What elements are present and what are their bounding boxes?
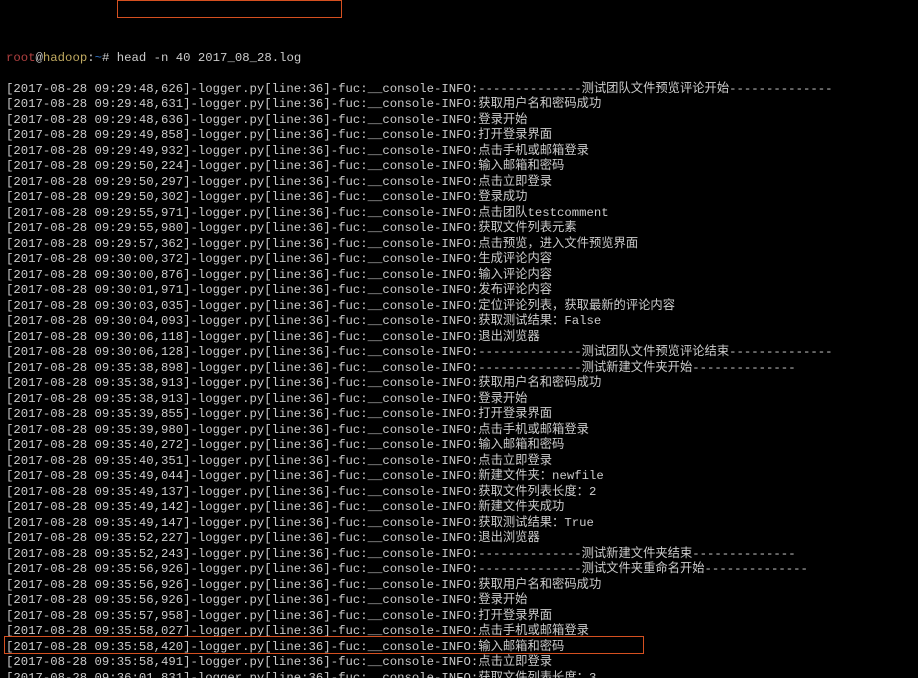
log-line: [2017-08-28 09:35:38,898]-logger.py[line… (6, 361, 912, 377)
log-line: [2017-08-28 09:35:56,926]-logger.py[line… (6, 593, 912, 609)
log-line: [2017-08-28 09:35:38,913]-logger.py[line… (6, 376, 912, 392)
prompt-user: root (6, 51, 36, 65)
terminal-output[interactable]: root@hadoop:~# head -n 40 2017_08_28.log… (0, 0, 918, 678)
log-line: [2017-08-28 09:30:00,372]-logger.py[line… (6, 252, 912, 268)
log-line: [2017-08-28 09:29:48,636]-logger.py[line… (6, 113, 912, 129)
log-line: [2017-08-28 09:35:39,855]-logger.py[line… (6, 407, 912, 423)
log-line: [2017-08-28 09:29:48,626]-logger.py[line… (6, 82, 912, 98)
log-line: [2017-08-28 09:36:01,831]-logger.py[line… (6, 671, 912, 678)
command-text: head -n 40 2017_08_28.log (117, 51, 301, 65)
log-line: [2017-08-28 09:35:49,044]-logger.py[line… (6, 469, 912, 485)
log-line: [2017-08-28 09:35:56,926]-logger.py[line… (6, 562, 912, 578)
log-line: [2017-08-28 09:35:52,227]-logger.py[line… (6, 531, 912, 547)
log-line: [2017-08-28 09:30:03,035]-logger.py[line… (6, 299, 912, 315)
log-line: [2017-08-28 09:35:52,243]-logger.py[line… (6, 547, 912, 563)
log-line: [2017-08-28 09:29:50,297]-logger.py[line… (6, 175, 912, 191)
log-line: [2017-08-28 09:29:50,302]-logger.py[line… (6, 190, 912, 206)
prompt-host: hadoop (43, 51, 87, 65)
log-line: [2017-08-28 09:29:49,932]-logger.py[line… (6, 144, 912, 160)
log-line: [2017-08-28 09:30:01,971]-logger.py[line… (6, 283, 912, 299)
highlight-box-command (117, 0, 342, 18)
log-line: [2017-08-28 09:35:38,913]-logger.py[line… (6, 392, 912, 408)
log-line: [2017-08-28 09:29:49,858]-logger.py[line… (6, 128, 912, 144)
prompt-path: ~ (95, 51, 102, 65)
prompt-colon: : (87, 51, 94, 65)
log-line: [2017-08-28 09:35:39,980]-logger.py[line… (6, 423, 912, 439)
log-line: [2017-08-28 09:30:04,093]-logger.py[line… (6, 314, 912, 330)
log-line: [2017-08-28 09:30:00,876]-logger.py[line… (6, 268, 912, 284)
log-line: [2017-08-28 09:35:56,926]-logger.py[line… (6, 578, 912, 594)
log-line: [2017-08-28 09:35:49,147]-logger.py[line… (6, 516, 912, 532)
prompt-hash: # (102, 51, 117, 65)
log-line: [2017-08-28 09:29:55,980]-logger.py[line… (6, 221, 912, 237)
log-line: [2017-08-28 09:29:57,362]-logger.py[line… (6, 237, 912, 253)
log-line: [2017-08-28 09:35:40,351]-logger.py[line… (6, 454, 912, 470)
log-line: [2017-08-28 09:29:48,631]-logger.py[line… (6, 97, 912, 113)
log-line: [2017-08-28 09:35:58,027]-logger.py[line… (6, 624, 912, 640)
log-line: [2017-08-28 09:30:06,128]-logger.py[line… (6, 345, 912, 361)
log-line: [2017-08-28 09:35:49,142]-logger.py[line… (6, 500, 912, 516)
log-line: [2017-08-28 09:35:49,137]-logger.py[line… (6, 485, 912, 501)
log-line: [2017-08-28 09:35:40,272]-logger.py[line… (6, 438, 912, 454)
prompt-line: root@hadoop:~# head -n 40 2017_08_28.log (6, 51, 912, 67)
log-line: [2017-08-28 09:29:55,971]-logger.py[line… (6, 206, 912, 222)
log-line: [2017-08-28 09:29:50,224]-logger.py[line… (6, 159, 912, 175)
log-line: [2017-08-28 09:30:06,118]-logger.py[line… (6, 330, 912, 346)
log-lines: [2017-08-28 09:29:48,626]-logger.py[line… (6, 82, 912, 678)
log-line: [2017-08-28 09:35:57,958]-logger.py[line… (6, 609, 912, 625)
log-line: [2017-08-28 09:35:58,491]-logger.py[line… (6, 655, 912, 671)
prompt-at: @ (36, 51, 43, 65)
log-line: [2017-08-28 09:35:58,420]-logger.py[line… (6, 640, 912, 656)
